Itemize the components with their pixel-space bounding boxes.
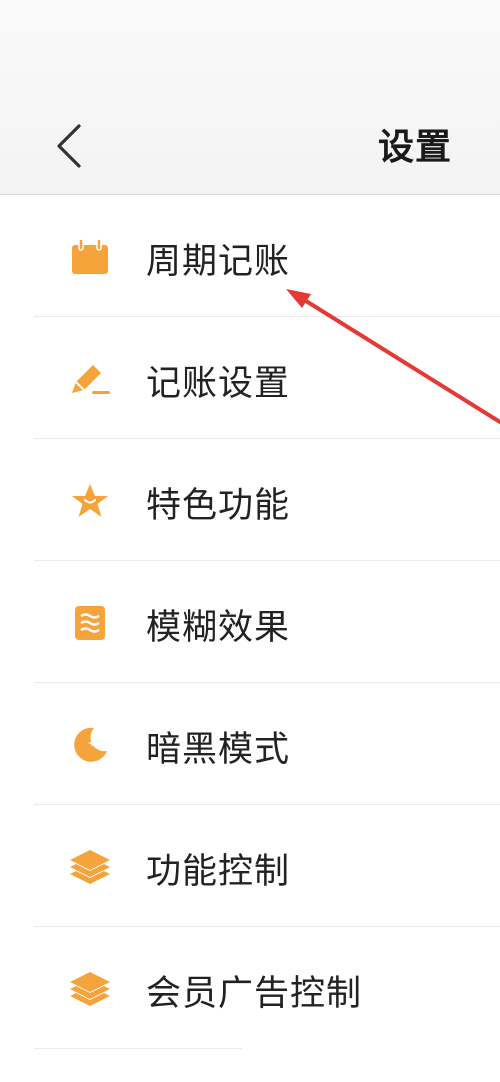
moon-icon <box>68 726 112 764</box>
calendar-icon <box>68 238 112 276</box>
menu-item-label: 记账设置 <box>146 364 291 404</box>
star-icon <box>68 482 112 520</box>
pencil-icon <box>68 360 112 398</box>
top-bar: 设置 <box>0 0 500 195</box>
menu-item-bookkeeping-settings[interactable]: 记账设置 <box>0 317 500 439</box>
divider <box>34 1048 242 1049</box>
menu-item-periodic-bookkeeping[interactable]: 周期记账 <box>0 195 500 317</box>
chevron-left-icon <box>57 124 81 168</box>
menu-item-function-control[interactable]: 功能控制 <box>0 805 500 927</box>
menu-item-label: 周期记账 <box>146 242 291 282</box>
back-button[interactable] <box>40 110 96 182</box>
menu-item-label: 功能控制 <box>146 852 291 892</box>
layers-icon <box>68 970 112 1008</box>
settings-list: 周期记账 记账设置 特色功能 模糊效果 暗黑模式 功能控制 会员广告控制 <box>0 195 500 1049</box>
layers-icon <box>68 848 112 886</box>
menu-item-label: 模糊效果 <box>146 608 291 648</box>
menu-item-blur-effect[interactable]: 模糊效果 <box>0 561 500 683</box>
menu-item-label: 特色功能 <box>146 486 291 526</box>
menu-item-label: 会员广告控制 <box>146 974 363 1014</box>
menu-item-dark-mode[interactable]: 暗黑模式 <box>0 683 500 805</box>
menu-item-featured-functions[interactable]: 特色功能 <box>0 439 500 561</box>
page-title: 设置 <box>377 127 452 168</box>
menu-item-member-ad-control[interactable]: 会员广告控制 <box>0 927 500 1049</box>
blur-icon <box>68 604 112 642</box>
menu-item-label: 暗黑模式 <box>146 730 291 770</box>
